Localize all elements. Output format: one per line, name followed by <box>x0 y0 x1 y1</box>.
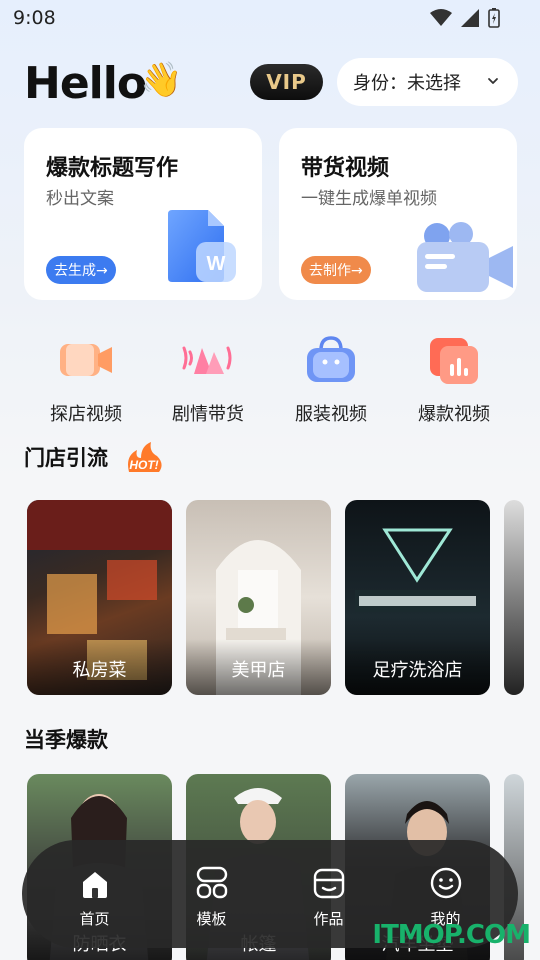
svg-text:W: W <box>207 253 226 275</box>
works-icon <box>313 868 344 898</box>
category-label: 探店视频 <box>50 404 122 425</box>
generate-button[interactable]: 去生成→ <box>46 256 116 284</box>
tile-label: 私房菜 <box>27 639 172 695</box>
identity-label: 身份：未选择 <box>353 73 461 94</box>
card-subtitle: 一键生成爆单视频 <box>301 189 437 209</box>
document-w-icon: W <box>168 210 236 282</box>
video-camera-icon <box>417 222 513 292</box>
store-tile-nail-salon[interactable]: 美甲店 <box>186 500 331 695</box>
store-tile-private-kitchen[interactable]: 私房菜 <box>27 500 172 695</box>
category-clothing[interactable]: 服装视频 <box>281 334 381 426</box>
category-label: 爆款视频 <box>418 404 490 425</box>
battery-icon <box>488 8 500 28</box>
store-tile-partial[interactable] <box>504 500 524 695</box>
tile-label: 足疗洗浴店 <box>345 639 490 695</box>
home-icon <box>82 871 107 898</box>
feature-card-sales-video[interactable]: 带货视频 一键生成爆单视频 去制作→ <box>279 128 517 300</box>
tile-label: 美甲店 <box>186 639 331 695</box>
store-tile-foot-spa[interactable]: 足疗洗浴店 <box>345 500 490 695</box>
megaphone-icon <box>180 334 236 386</box>
status-time: 9:08 <box>13 7 56 29</box>
card-title: 带货视频 <box>301 156 390 181</box>
status-bar: 9:08 <box>0 0 540 36</box>
section-title-store: 门店引流 <box>24 446 108 470</box>
hot-badge-text: HOT! <box>129 458 158 472</box>
nav-label: 模板 <box>196 909 227 928</box>
card-subtitle: 秒出文案 <box>46 189 114 209</box>
nav-label: 首页 <box>79 909 110 928</box>
chart-card-icon <box>426 334 482 386</box>
category-label: 服装视频 <box>295 404 367 425</box>
category-hot-video[interactable]: 爆款视频 <box>404 334 504 426</box>
identity-selector[interactable]: 身份：未选择 <box>337 58 518 106</box>
hot-flame-icon: HOT! <box>128 442 162 472</box>
vip-button[interactable]: VIP <box>250 64 323 100</box>
smile-icon <box>430 867 461 898</box>
nav-templates[interactable]: 模板 <box>167 860 257 929</box>
watermark: ITMOP.COM <box>372 920 531 950</box>
wave-hand-icon: 👋 <box>140 60 183 100</box>
category-drama-sales[interactable]: 剧情带货 <box>158 334 258 426</box>
category-store-visit[interactable]: 探店视频 <box>36 334 136 426</box>
chevron-down-icon <box>488 78 498 84</box>
shopping-bag-icon <box>303 334 359 386</box>
greeting-title: Hello <box>24 58 147 109</box>
nav-profile[interactable]: 我的 <box>401 860 491 929</box>
nav-home[interactable]: 首页 <box>50 860 140 929</box>
template-icon <box>196 866 227 898</box>
feature-card-title-writing[interactable]: 爆款标题写作 秒出文案 去生成→ W <box>24 128 262 300</box>
nav-label: 作品 <box>313 909 344 928</box>
signal-icon <box>461 9 479 27</box>
section-title-season: 当季爆款 <box>24 728 108 752</box>
category-label: 剧情带货 <box>172 404 244 425</box>
status-icons <box>430 8 500 28</box>
make-button[interactable]: 去制作→ <box>301 256 371 284</box>
nav-works[interactable]: 作品 <box>284 860 374 929</box>
wifi-icon <box>430 9 452 26</box>
card-title: 爆款标题写作 <box>46 156 179 181</box>
video-camera-icon <box>58 334 114 386</box>
